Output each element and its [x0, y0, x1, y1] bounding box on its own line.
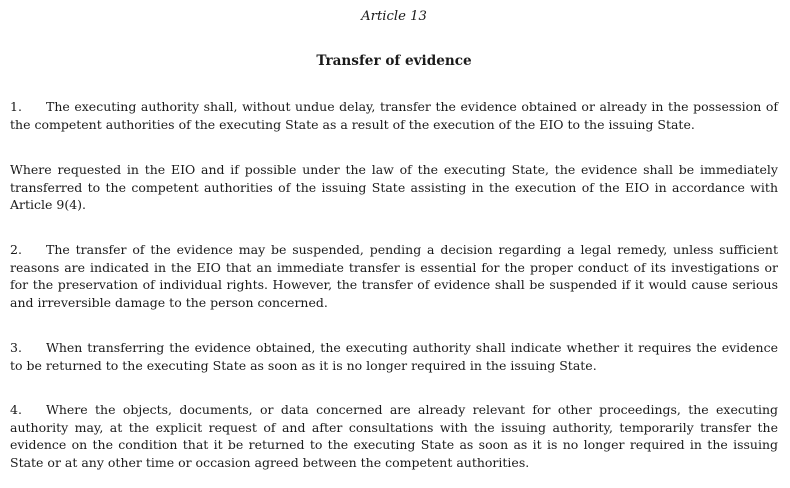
paragraph-number: 3.	[10, 340, 22, 355]
paragraph-4: 4. Where the objects, documents, or data …	[10, 401, 778, 471]
paragraph-text: Where requested in the EIO and if possib…	[10, 162, 778, 212]
paragraph-number: 1.	[10, 99, 22, 114]
paragraph-number: 4.	[10, 402, 22, 417]
article-number: Article 13	[361, 9, 427, 24]
paragraph-text: Where the objects, documents, or data co…	[10, 402, 778, 470]
paragraph-text: When transferring the evidence obtained,…	[10, 340, 778, 373]
paragraph-number: 2.	[10, 242, 22, 257]
paragraph-text: The transfer of the evidence may be susp…	[10, 242, 778, 310]
paragraph-2: 2. The transfer of the evidence may be su…	[10, 241, 778, 311]
article-title: Transfer of evidence	[316, 53, 472, 69]
paragraph-1-subparagraph: Where requested in the EIO and if possib…	[10, 161, 778, 214]
paragraph-1: 1. The executing authority shall, without…	[10, 98, 778, 133]
paragraph-text: The executing authority shall, without u…	[10, 99, 778, 132]
paragraph-3: 3. When transferring the evidence obtaine…	[10, 339, 778, 374]
